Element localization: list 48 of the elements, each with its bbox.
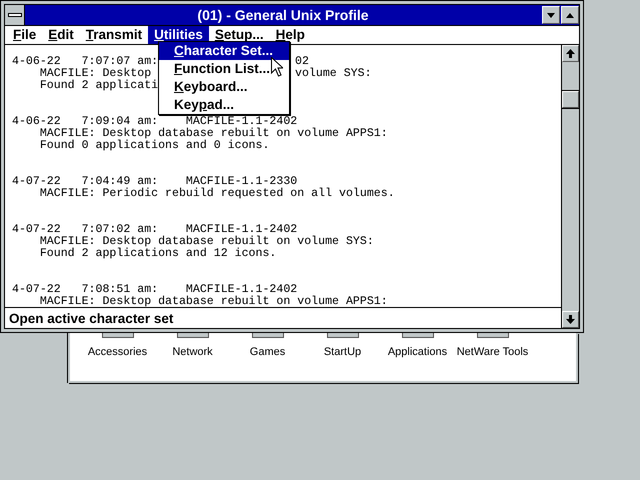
group-icon[interactable]: [176, 333, 208, 338]
scroll-thumb[interactable]: [562, 91, 579, 108]
log-text: MACFILE: Desktop database rebuilt on volume SYS:: [40, 235, 374, 248]
group-label[interactable]: StartUp: [324, 346, 362, 358]
menu-option[interactable]: Character Set...: [159, 42, 289, 60]
system-menu-button[interactable]: [5, 5, 25, 25]
scrollbar[interactable]: [561, 45, 579, 328]
scroll-up-button[interactable]: [562, 45, 579, 62]
window-title: (01) - General Unix Profile: [196, 7, 370, 23]
down-arrow-icon: [566, 315, 575, 324]
log-text: 4-07-22 7:07:02 am: MACFILE-1.1-2402: [12, 223, 298, 236]
log-text: volume SYS:: [295, 68, 372, 80]
log-text: 4-06-22 7:09:04 am: MACFILE-1.1-2402: [12, 115, 298, 128]
menu-item[interactable]: File: [7, 26, 42, 44]
log-text: MACFILE: Desktop database rebuilt on volume APPS1:: [40, 295, 388, 307]
log-text: MACFILE: Periodic rebuild requested on all volumes.: [40, 187, 395, 200]
status-bar: Open active character set: [5, 307, 561, 328]
log-text: Found 2 applications and 12 icons.: [40, 247, 276, 260]
up-arrow-icon: [566, 49, 575, 58]
group-icon[interactable]: [476, 333, 508, 338]
maximize-button[interactable]: [561, 6, 579, 24]
bar-icon: [8, 13, 22, 17]
down-triangle-icon: [547, 12, 555, 18]
log-text: 4-07-22 7:04:49 am: MACFILE-1.1-2330: [12, 175, 298, 188]
group-label[interactable]: NetWare Tools: [456, 346, 528, 358]
log-text: MACFILE: Desktop: [40, 67, 152, 80]
menu-item[interactable]: Setup...: [208, 26, 270, 44]
log-text: Found 2 applicati: [40, 79, 158, 92]
minimize-button[interactable]: [542, 6, 560, 24]
log-text: MACFILE: Desktop database rebuilt on volume APPS1:: [40, 127, 388, 140]
menu-item[interactable]: Transmit: [80, 26, 148, 44]
group-icon[interactable]: [252, 333, 284, 338]
scroll-down-button[interactable]: [562, 311, 579, 328]
menu-item[interactable]: Help: [270, 26, 311, 44]
mouse-pointer-icon: [271, 57, 283, 77]
menu-item[interactable]: Edit: [42, 26, 80, 44]
group-icon[interactable]: [402, 333, 434, 338]
up-triangle-icon: [566, 12, 574, 18]
log-text: 02: [295, 56, 309, 68]
group-icon[interactable]: [102, 333, 134, 338]
log-text: 4-06-22 7:07:07 am:: [12, 55, 158, 68]
log-text: Found 0 applications and 0 icons.: [40, 139, 270, 152]
group-label[interactable]: Accessories: [88, 346, 148, 358]
log-text: 4-07-22 7:08:51 am: MACFILE-1.1-2402: [12, 283, 298, 296]
group-label[interactable]: Applications: [388, 346, 448, 358]
group-label[interactable]: Games: [250, 346, 286, 358]
group-icon[interactable]: [326, 333, 358, 338]
group-label[interactable]: Network: [172, 346, 213, 358]
